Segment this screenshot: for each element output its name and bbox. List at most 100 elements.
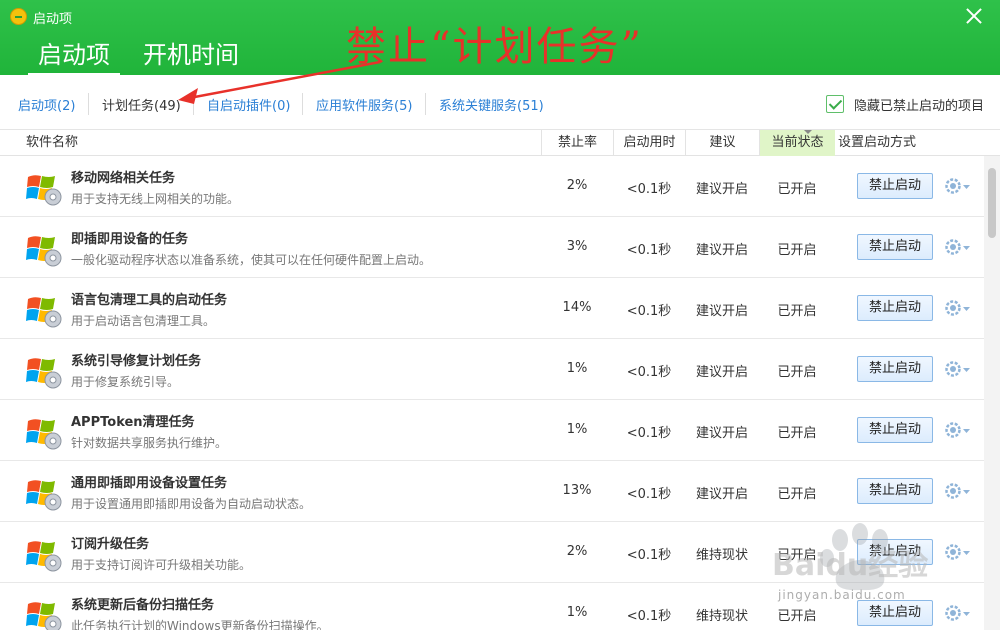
task-current-state: 已开启 <box>777 304 817 319</box>
gear-dropdown-icon[interactable] <box>945 483 971 499</box>
task-description: 针对数据共享服务执行维护。 <box>71 436 228 450</box>
gear-dropdown-icon[interactable] <box>945 422 971 438</box>
disable-startup-button[interactable]: 禁止启动 <box>857 600 933 626</box>
task-boot-time: <0.1秒 <box>626 243 672 258</box>
task-current-state: 已开启 <box>777 609 817 624</box>
scrollbar-thumb[interactable] <box>988 168 996 238</box>
task-advice: 维持现状 <box>695 609 748 624</box>
task-disable-rate: 13% <box>562 483 592 498</box>
task-description: 用于支持无线上网相关的功能。 <box>71 192 240 206</box>
task-advice: 建议开启 <box>695 365 748 380</box>
task-name: 语言包清理工具的启动任务 <box>71 293 228 308</box>
subtab-bar: 启动项(2) 计划任务(49) 自启动插件(0) 应用软件服务(5) 系统关键服… <box>0 75 1000 130</box>
disable-startup-button[interactable]: 禁止启动 <box>857 234 933 260</box>
hide-disabled-checkbox[interactable] <box>826 95 844 113</box>
disable-startup-button[interactable]: 禁止启动 <box>857 173 933 199</box>
task-advice: 建议开启 <box>695 182 748 197</box>
task-current-state: 已开启 <box>777 487 817 502</box>
disable-startup-button[interactable]: 禁止启动 <box>857 295 933 321</box>
column-advice[interactable]: 建议 <box>685 130 759 156</box>
task-current-state: 已开启 <box>777 426 817 441</box>
gear-dropdown-icon[interactable] <box>945 544 971 560</box>
task-current-state: 已开启 <box>777 182 817 197</box>
gear-dropdown-icon[interactable] <box>945 239 971 255</box>
gear-dropdown-icon[interactable] <box>945 300 971 316</box>
disable-startup-button[interactable]: 禁止启动 <box>857 417 933 443</box>
gear-dropdown-icon[interactable] <box>945 361 971 377</box>
task-name: 系统引导修复计划任务 <box>71 354 202 369</box>
task-disable-rate: 14% <box>562 300 592 315</box>
task-advice: 建议开启 <box>695 243 748 258</box>
task-row: 通用即插即用设备设置任务 用于设置通用即插即用设备为自动启动状态。 13% <0… <box>0 461 984 522</box>
windows-gear-icon <box>26 602 62 630</box>
app-logo-icon <box>10 8 27 25</box>
task-current-state: 已开启 <box>777 365 817 380</box>
windows-gear-icon <box>26 419 62 450</box>
task-description: 一般化驱动程序状态以准备系统，使其可以在任何硬件配置上启动。 <box>71 253 432 267</box>
task-name: 订阅升级任务 <box>71 537 150 552</box>
task-name: 系统更新后备份扫描任务 <box>71 598 215 613</box>
windows-gear-icon <box>26 358 62 389</box>
windows-gear-icon <box>26 541 62 572</box>
scrollbar[interactable] <box>984 156 1000 630</box>
windows-gear-icon <box>26 297 62 328</box>
startup-manager-window: 启动项 启动项 开机时间 禁止“计划任务” 启动项(2) 计划任务(49) 自启… <box>0 0 1000 630</box>
column-current-state[interactable]: 当前状态 <box>759 130 835 156</box>
task-row: 即插即用设备的任务 一般化驱动程序状态以准备系统，使其可以在任何硬件配置上启动。… <box>0 217 984 278</box>
task-description: 用于支持订阅许可升级相关功能。 <box>71 558 252 572</box>
task-row: 系统引导修复计划任务 用于修复系统引导。 1% <0.1秒 建议开启 已开启 禁… <box>0 339 984 400</box>
task-disable-rate: 1% <box>566 361 588 376</box>
task-row: 移动网络相关任务 用于支持无线上网相关的功能。 2% <0.1秒 建议开启 已开… <box>0 156 984 217</box>
task-disable-rate: 2% <box>566 544 588 559</box>
task-description: 此任务执行计划的Windows更新备份扫描操作。 <box>71 619 329 630</box>
task-disable-rate: 2% <box>566 178 588 193</box>
column-boot-time[interactable]: 启动用时 <box>613 130 685 156</box>
subtab-divider <box>425 93 426 115</box>
task-advice: 建议开启 <box>695 304 748 319</box>
window-title: 启动项 <box>33 12 73 27</box>
gear-dropdown-icon[interactable] <box>945 605 971 621</box>
task-disable-rate: 1% <box>566 605 588 620</box>
task-disable-rate: 1% <box>566 422 588 437</box>
disable-startup-button[interactable]: 禁止启动 <box>857 356 933 382</box>
task-description: 用于设置通用即插即用设备为自动启动状态。 <box>71 497 312 511</box>
hide-disabled-label: 隐藏已禁止启动的项目 <box>854 98 985 114</box>
windows-gear-icon <box>26 236 62 267</box>
task-boot-time: <0.1秒 <box>626 304 672 319</box>
subtab-divider <box>88 93 89 115</box>
task-description: 用于启动语言包清理工具。 <box>71 314 216 328</box>
column-name[interactable]: 软件名称 <box>26 130 78 156</box>
task-description: 用于修复系统引导。 <box>71 375 180 389</box>
task-boot-time: <0.1秒 <box>626 365 672 380</box>
subtab-system-services[interactable]: 系统关键服务(51) <box>439 95 544 114</box>
watermark-url: jingyan.baidu.com <box>778 588 906 602</box>
annotation-arrow <box>178 60 381 104</box>
watermark-brand: Baidu经验 <box>772 548 929 583</box>
task-current-state: 已开启 <box>777 243 817 258</box>
task-advice: 建议开启 <box>695 426 748 441</box>
task-name: 即插即用设备的任务 <box>71 232 189 247</box>
close-icon[interactable] <box>964 6 984 26</box>
tab-startup-items[interactable]: 启动项 <box>28 35 120 76</box>
column-header-row: 软件名称 禁止率 启动用时 建议 当前状态 设置启动方式 <box>0 130 1000 156</box>
task-boot-time: <0.1秒 <box>626 548 672 563</box>
task-boot-time: <0.1秒 <box>626 426 672 441</box>
column-disable-rate[interactable]: 禁止率 <box>541 130 613 156</box>
task-disable-rate: 3% <box>566 239 588 254</box>
column-current-state-label: 当前状态 <box>771 135 824 150</box>
sort-indicator-icon <box>804 130 812 134</box>
subtab-startup[interactable]: 启动项(2) <box>18 95 75 114</box>
gear-dropdown-icon[interactable] <box>945 178 971 194</box>
task-name: 通用即插即用设备设置任务 <box>71 476 228 491</box>
task-name: 移动网络相关任务 <box>71 171 176 186</box>
task-advice: 维持现状 <box>695 548 748 563</box>
task-row: APPToken清理任务 针对数据共享服务执行维护。 1% <0.1秒 建议开启… <box>0 400 984 461</box>
task-boot-time: <0.1秒 <box>626 182 672 197</box>
disable-startup-button[interactable]: 禁止启动 <box>857 478 933 504</box>
windows-gear-icon <box>26 175 62 206</box>
windows-gear-icon <box>26 480 62 511</box>
subtab-scheduled-tasks[interactable]: 计划任务(49) <box>102 95 181 114</box>
task-row: 语言包清理工具的启动任务 用于启动语言包清理工具。 14% <0.1秒 建议开启… <box>0 278 984 339</box>
task-boot-time: <0.1秒 <box>626 487 672 502</box>
hide-disabled-toggle[interactable]: 隐藏已禁止启动的项目 <box>826 95 985 114</box>
